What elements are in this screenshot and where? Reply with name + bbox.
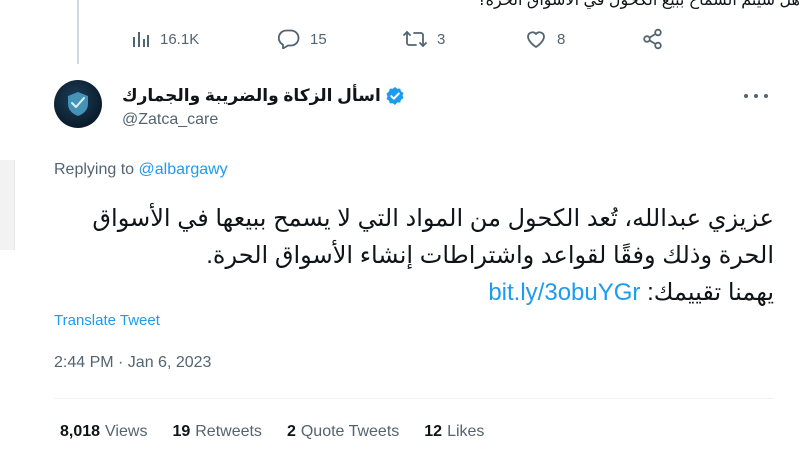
reply-action[interactable]: 15 <box>278 27 327 51</box>
quote-tweets-stat[interactable]: 2 Quote Tweets <box>287 423 399 441</box>
avatar[interactable] <box>54 80 102 128</box>
quote-tweets-stat-count: 2 <box>286 423 296 440</box>
retweet-action[interactable]: 3 <box>403 27 445 51</box>
replying-to: Replying to @albargawy <box>54 161 228 179</box>
translate-tweet-link[interactable]: Translate Tweet <box>54 312 160 329</box>
like-icon <box>525 29 547 49</box>
tweet-body-line-2: الحرة وذلك وفقًا لقواعد واشتراطات إنشاء … <box>206 242 774 269</box>
tweet-link[interactable]: bit.ly/3obuYGr <box>488 279 640 306</box>
scroll-edge <box>0 160 15 250</box>
likes-stat[interactable]: 12 Likes <box>424 423 484 441</box>
replying-prefix: Replying to <box>54 161 135 178</box>
views-count: 16.1K <box>160 30 200 48</box>
like-count: 8 <box>557 30 566 48</box>
previous-tweet-text: هل سيتم السماح ببيع الكحول في الأسواق ال… <box>477 0 800 9</box>
share-action[interactable] <box>642 27 664 51</box>
verified-badge-icon <box>385 86 405 106</box>
divider <box>54 398 774 399</box>
retweets-stat-count: 19 <box>172 423 191 440</box>
views-stat[interactable]: 8,018 Views <box>60 423 147 441</box>
thread-connector-line <box>77 0 79 64</box>
more-options-icon[interactable] <box>744 86 768 106</box>
replying-to-link[interactable]: @albargawy <box>139 161 228 178</box>
like-action[interactable]: 8 <box>525 27 565 51</box>
tweet-stats: 8,018 Views 19 Retweets 2 Quote Tweets 12 Li… <box>60 423 509 441</box>
retweets-stat-label: Retweets <box>195 423 262 440</box>
display-name[interactable]: اسأل الزكاة والضريبة والجمارك <box>122 86 381 106</box>
tweet-timestamp[interactable]: 2:44 PM · Jan 6, 2023 <box>54 354 211 372</box>
retweet-count: 3 <box>437 30 446 48</box>
tweet-body: عزيزي عبدالله، تُعد الكحول من المواد الت… <box>54 200 774 311</box>
reply-count: 15 <box>310 30 327 48</box>
views-action[interactable]: 16.1K <box>132 27 199 51</box>
reply-icon <box>278 29 300 49</box>
author-name-row[interactable]: اسأل الزكاة والضريبة والجمارك <box>122 86 405 106</box>
logo-icon <box>68 92 88 116</box>
rating-prompt: يهمنا تقييمك: <box>647 279 774 306</box>
views-stat-label: Views <box>105 423 148 440</box>
views-icon <box>132 30 150 48</box>
retweet-icon <box>403 29 427 49</box>
likes-stat-count: 12 <box>424 423 443 440</box>
retweets-stat[interactable]: 19 Retweets <box>172 423 262 441</box>
tweet-body-line-1: عزيزي عبدالله، تُعد الكحول من المواد الت… <box>92 205 774 232</box>
author-handle[interactable]: @Zatca_care <box>122 111 218 129</box>
views-stat-count: 8,018 <box>60 423 101 440</box>
likes-stat-label: Likes <box>447 423 485 440</box>
quote-tweets-stat-label: Quote Tweets <box>300 423 400 440</box>
share-icon <box>642 28 664 50</box>
tweet-body-line-3: يهمنا تقييمك: bit.ly/3obuYGr <box>54 274 774 311</box>
